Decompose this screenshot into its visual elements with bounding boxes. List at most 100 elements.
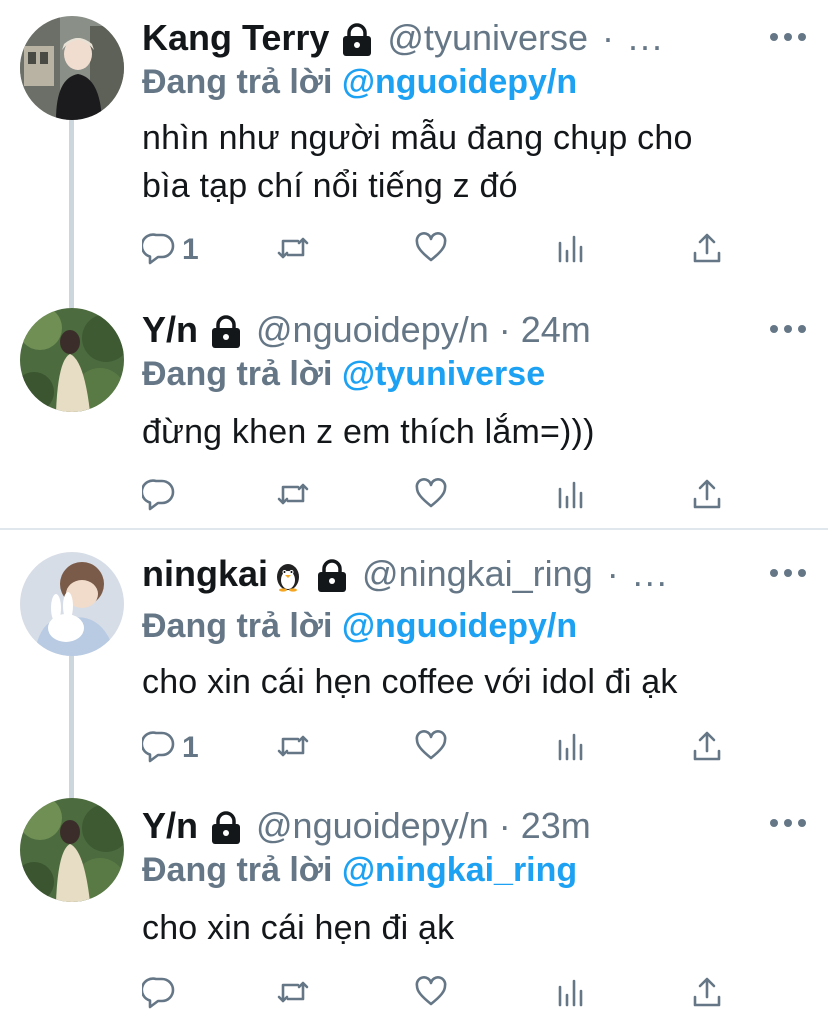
reply-prefix: Đang trả lời [142,607,342,645]
handle[interactable]: @ningkai_ring [362,552,593,596]
analytics-button[interactable] [554,230,588,270]
more-options-icon[interactable] [770,32,806,42]
more-options-icon[interactable] [770,818,806,828]
display-name[interactable]: Y/n [142,308,198,352]
analytics-button[interactable] [554,728,588,768]
avatar[interactable] [20,798,124,902]
share-icon [690,477,724,516]
reply-count: 1 [182,233,199,266]
lock-icon [341,23,373,57]
lock-icon [210,315,242,349]
header-ellipsis: · ... [606,553,669,594]
share-button[interactable] [690,476,724,516]
timestamp[interactable]: 24m [521,308,591,352]
retweet-icon [276,477,310,516]
handle[interactable]: @nguoidepy/n [256,308,489,352]
action-bar: 1 [140,230,782,270]
analytics-icon [554,729,588,768]
action-bar [140,974,782,1014]
retweet-button[interactable] [276,728,310,768]
action-bar: 1 [140,728,782,768]
tweet-text-line: đừng khen z em thích lắm=))) [142,413,595,451]
tweet-text-line: bìa tạp chí nổi tiếng z đó [142,167,518,205]
tweet-header: Y/n @nguoidepy/n · 23m [142,804,591,848]
tweet-header: Y/n @nguoidepy/n · 24m [142,308,591,352]
reply-button[interactable]: 1 [140,728,199,768]
analytics-icon [554,975,588,1014]
lock-icon [210,811,242,845]
reply-mention-link[interactable]: @nguoidepy/n [342,607,577,645]
retweet-button[interactable] [276,974,310,1014]
tweet-text-line: nhìn như người mẫu đang chụp cho [142,119,693,157]
heart-icon [414,477,448,516]
tweet-text-line: cho xin cái hẹn đi ạk [142,909,455,947]
tweet-text: nhìn như người mẫu đang chụp cho bìa tạp… [142,114,693,210]
share-button[interactable] [690,728,724,768]
more-options-icon[interactable] [770,324,806,334]
like-button[interactable] [414,974,448,1014]
timestamp[interactable]: 23m [521,804,591,848]
reply-icon [140,975,176,1014]
like-button[interactable] [414,728,448,768]
analytics-button[interactable] [554,974,588,1014]
tweet-yn-2[interactable]: Y/n @nguoidepy/n · 23m Đang trả lời @nin… [0,798,828,1014]
heart-icon [414,975,448,1014]
reply-mention-link[interactable]: @nguoidepy/n [342,63,577,101]
tweet-text: đừng khen z em thích lắm=))) [142,408,595,456]
action-bar [140,476,782,516]
share-button[interactable] [690,230,724,270]
analytics-button[interactable] [554,476,588,516]
more-options-icon[interactable] [770,568,806,578]
reply-icon [140,231,176,270]
heart-icon [414,729,448,768]
reply-context: Đang trả lời @ningkai_ring [142,848,577,892]
avatar[interactable] [20,16,124,120]
tweet-text: cho xin cái hẹn coffee với idol đi ạk [142,658,678,706]
retweet-button[interactable] [276,476,310,516]
tweet-header: Kang Terry @tyuniverse · ... [142,16,664,60]
handle[interactable]: @nguoidepy/n [256,804,489,848]
like-button[interactable] [414,230,448,270]
tweet-text-line: cho xin cái hẹn coffee với idol đi ạk [142,663,678,701]
separator-dot: · [498,309,511,350]
avatar[interactable] [20,552,124,656]
retweet-icon [276,231,310,270]
avatar[interactable] [20,308,124,412]
reply-context: Đang trả lời @tyuniverse [142,352,545,396]
header-ellipsis: · ... [602,17,665,58]
lock-icon [316,559,348,593]
retweet-icon [276,975,310,1014]
analytics-icon [554,477,588,516]
display-name[interactable]: Y/n [142,804,198,848]
display-name[interactable]: Kang Terry [142,16,329,60]
share-icon [690,231,724,270]
reply-mention-link[interactable]: @tyuniverse [342,355,545,393]
tweet-header: ningkai @ningkai_ring · ... [142,552,669,596]
reply-count: 1 [182,731,199,764]
separator-dot: · [498,805,511,846]
heart-icon [414,231,448,270]
reply-button[interactable]: 1 [140,230,199,270]
reply-button[interactable] [140,974,182,1014]
reply-mention-link[interactable]: @ningkai_ring [342,851,577,889]
share-icon [690,729,724,768]
handle[interactable]: @tyuniverse [387,16,588,60]
retweet-icon [276,729,310,768]
reply-icon [140,729,176,768]
penguin-emoji-icon [272,558,304,592]
tweet-kang-terry[interactable]: Kang Terry @tyuniverse · ... Đang trả lờ… [0,16,828,286]
reply-button[interactable] [140,476,182,516]
display-name[interactable]: ningkai [142,552,268,596]
share-button[interactable] [690,974,724,1014]
reply-context: Đang trả lời @nguoidepy/n [142,604,577,648]
tweet-text: cho xin cái hẹn đi ạk [142,904,454,952]
tweet-ningkai[interactable]: ningkai @ningkai_ring · ... Đang trả lời… [0,552,828,768]
reply-prefix: Đang trả lời [142,851,342,889]
retweet-button[interactable] [276,230,310,270]
reply-prefix: Đang trả lời [142,355,342,393]
like-button[interactable] [414,476,448,516]
reply-context: Đang trả lời @nguoidepy/n [142,60,577,104]
conversation-divider [0,528,828,530]
analytics-icon [554,231,588,270]
tweet-yn-1[interactable]: Y/n @nguoidepy/n · 24m Đang trả lời @tyu… [0,308,828,524]
